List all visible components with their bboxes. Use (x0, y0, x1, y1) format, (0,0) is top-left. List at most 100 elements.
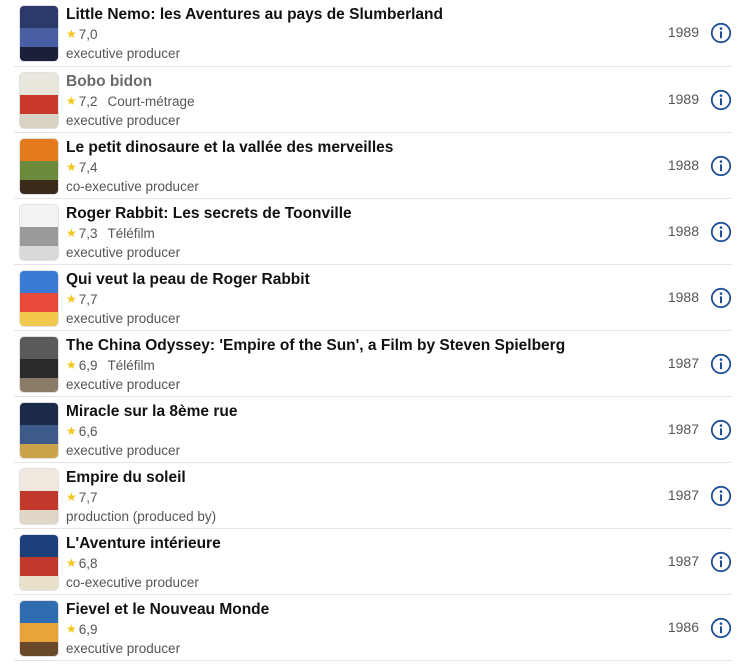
rating-value: 7,3 (78, 226, 98, 241)
star-icon: ★ (66, 27, 77, 41)
release-year: 1987 (667, 553, 699, 569)
filmography-list: Little Nemo: les Aventures au pays de Sl… (0, 0, 750, 661)
rating-line: ★ 6,6 (66, 422, 652, 441)
rating-value: 6,8 (78, 556, 98, 571)
rating-line: ★ 7,4 (66, 158, 652, 177)
credit-info: L'Aventure intérieure ★ 6,8 co-executive … (66, 533, 652, 592)
credit-info: Empire du soleil ★ 7,7 production (produc… (66, 467, 652, 526)
poster-thumbnail[interactable] (20, 469, 58, 524)
rating-value: 7,4 (78, 160, 98, 175)
title-link[interactable]: Fievel et le Nouveau Monde (66, 599, 652, 620)
poster-thumbnail[interactable] (20, 205, 58, 260)
release-year: 1987 (667, 355, 699, 371)
info-circle-icon[interactable] (710, 617, 732, 639)
rating-value: 7,7 (78, 490, 98, 505)
release-year: 1988 (667, 157, 699, 173)
credit-info: Roger Rabbit: Les secrets de Toonville ★… (66, 203, 652, 262)
rating-value: 7,0 (78, 27, 98, 42)
release-year: 1987 (667, 421, 699, 437)
list-item[interactable]: Empire du soleil ★ 7,7 production (produc… (14, 463, 732, 529)
title-link[interactable]: Qui veut la peau de Roger Rabbit (66, 269, 652, 290)
poster-thumbnail[interactable] (20, 337, 58, 392)
poster-thumbnail[interactable] (20, 6, 58, 61)
poster-thumbnail[interactable] (20, 73, 58, 128)
rating-line: ★ 7,7 (66, 290, 652, 309)
rating-value: 7,7 (78, 292, 98, 307)
credit-role: co-executive producer (66, 575, 199, 590)
credit-role: co-executive producer (66, 179, 199, 194)
credit-info: Bobo bidon ★ 7,2 Court-métrage executive p… (66, 71, 652, 130)
credit-info: Miracle sur la 8ème rue ★ 6,6 executive p… (66, 401, 652, 460)
info-circle-icon[interactable] (710, 485, 732, 507)
title-link[interactable]: Little Nemo: les Aventures au pays de Sl… (66, 4, 652, 25)
title-link[interactable]: The China Odyssey: 'Empire of the Sun', … (66, 335, 652, 356)
star-icon: ★ (66, 424, 77, 438)
rating-line: ★ 7,3 Téléfilm (66, 224, 652, 243)
info-circle-icon[interactable] (710, 22, 732, 44)
title-type: Court-métrage (107, 94, 195, 109)
info-circle-icon[interactable] (710, 89, 732, 111)
list-item[interactable]: Fievel et le Nouveau Monde ★ 6,9 executiv… (14, 595, 732, 661)
star-icon: ★ (66, 226, 77, 240)
star-icon: ★ (66, 622, 77, 636)
credit-info: Fievel et le Nouveau Monde ★ 6,9 executiv… (66, 599, 652, 658)
rating-line: ★ 7,2 Court-métrage (66, 92, 652, 111)
title-link[interactable]: Bobo bidon (66, 71, 652, 92)
rating-line: ★ 7,7 (66, 488, 652, 507)
rating-value: 6,6 (78, 424, 98, 439)
star-icon: ★ (66, 358, 77, 372)
rating-line: ★ 6,9 (66, 620, 652, 639)
title-type: Téléfilm (107, 358, 155, 373)
list-item[interactable]: Qui veut la peau de Roger Rabbit ★ 7,7 ex… (14, 265, 732, 331)
list-item[interactable]: Bobo bidon ★ 7,2 Court-métrage executive p… (14, 67, 732, 133)
release-year: 1989 (667, 24, 699, 40)
star-icon: ★ (66, 94, 77, 108)
info-circle-icon[interactable] (710, 287, 732, 309)
release-year: 1988 (667, 289, 699, 305)
info-circle-icon[interactable] (710, 551, 732, 573)
star-icon: ★ (66, 556, 77, 570)
credit-info: Qui veut la peau de Roger Rabbit ★ 7,7 ex… (66, 269, 652, 328)
info-circle-icon[interactable] (710, 155, 732, 177)
credit-role: executive producer (66, 113, 181, 128)
credit-role: executive producer (66, 641, 181, 656)
list-item[interactable]: The China Odyssey: 'Empire of the Sun', … (14, 331, 732, 397)
title-type: Téléfilm (107, 226, 155, 241)
release-year: 1989 (667, 91, 699, 107)
list-item[interactable]: Roger Rabbit: Les secrets de Toonville ★… (14, 199, 732, 265)
poster-thumbnail[interactable] (20, 535, 58, 590)
info-circle-icon[interactable] (710, 353, 732, 375)
credit-role: executive producer (66, 46, 181, 61)
rating-line: ★ 6,9 Téléfilm (66, 356, 652, 375)
title-link[interactable]: L'Aventure intérieure (66, 533, 652, 554)
title-link[interactable]: Le petit dinosaure et la vallée des merv… (66, 137, 652, 158)
title-link[interactable]: Miracle sur la 8ème rue (66, 401, 652, 422)
poster-thumbnail[interactable] (20, 271, 58, 326)
info-circle-icon[interactable] (710, 221, 732, 243)
title-link[interactable]: Empire du soleil (66, 467, 652, 488)
rating-value: 6,9 (78, 622, 98, 637)
info-circle-icon[interactable] (710, 419, 732, 441)
star-icon: ★ (66, 160, 77, 174)
credit-info: Le petit dinosaure et la vallée des merv… (66, 137, 652, 196)
credit-info: Little Nemo: les Aventures au pays de Sl… (66, 4, 652, 63)
star-icon: ★ (66, 490, 77, 504)
credit-role: executive producer (66, 245, 181, 260)
rating-value: 6,9 (78, 358, 98, 373)
rating-line: ★ 6,8 (66, 554, 652, 573)
rating-line: ★ 7,0 (66, 25, 652, 44)
list-item[interactable]: Le petit dinosaure et la vallée des merv… (14, 133, 732, 199)
title-link[interactable]: Roger Rabbit: Les secrets de Toonville (66, 203, 652, 224)
rating-value: 7,2 (78, 94, 98, 109)
credit-info: The China Odyssey: 'Empire of the Sun', … (66, 335, 652, 394)
poster-thumbnail[interactable] (20, 139, 58, 194)
release-year: 1987 (667, 487, 699, 503)
credit-role: executive producer (66, 311, 181, 326)
poster-thumbnail[interactable] (20, 403, 58, 458)
poster-thumbnail[interactable] (20, 601, 58, 656)
credit-role: executive producer (66, 443, 181, 458)
list-item[interactable]: Little Nemo: les Aventures au pays de Sl… (14, 0, 732, 67)
list-item[interactable]: Miracle sur la 8ème rue ★ 6,6 executive p… (14, 397, 732, 463)
credit-role: production (produced by) (66, 509, 217, 524)
list-item[interactable]: L'Aventure intérieure ★ 6,8 co-executive … (14, 529, 732, 595)
